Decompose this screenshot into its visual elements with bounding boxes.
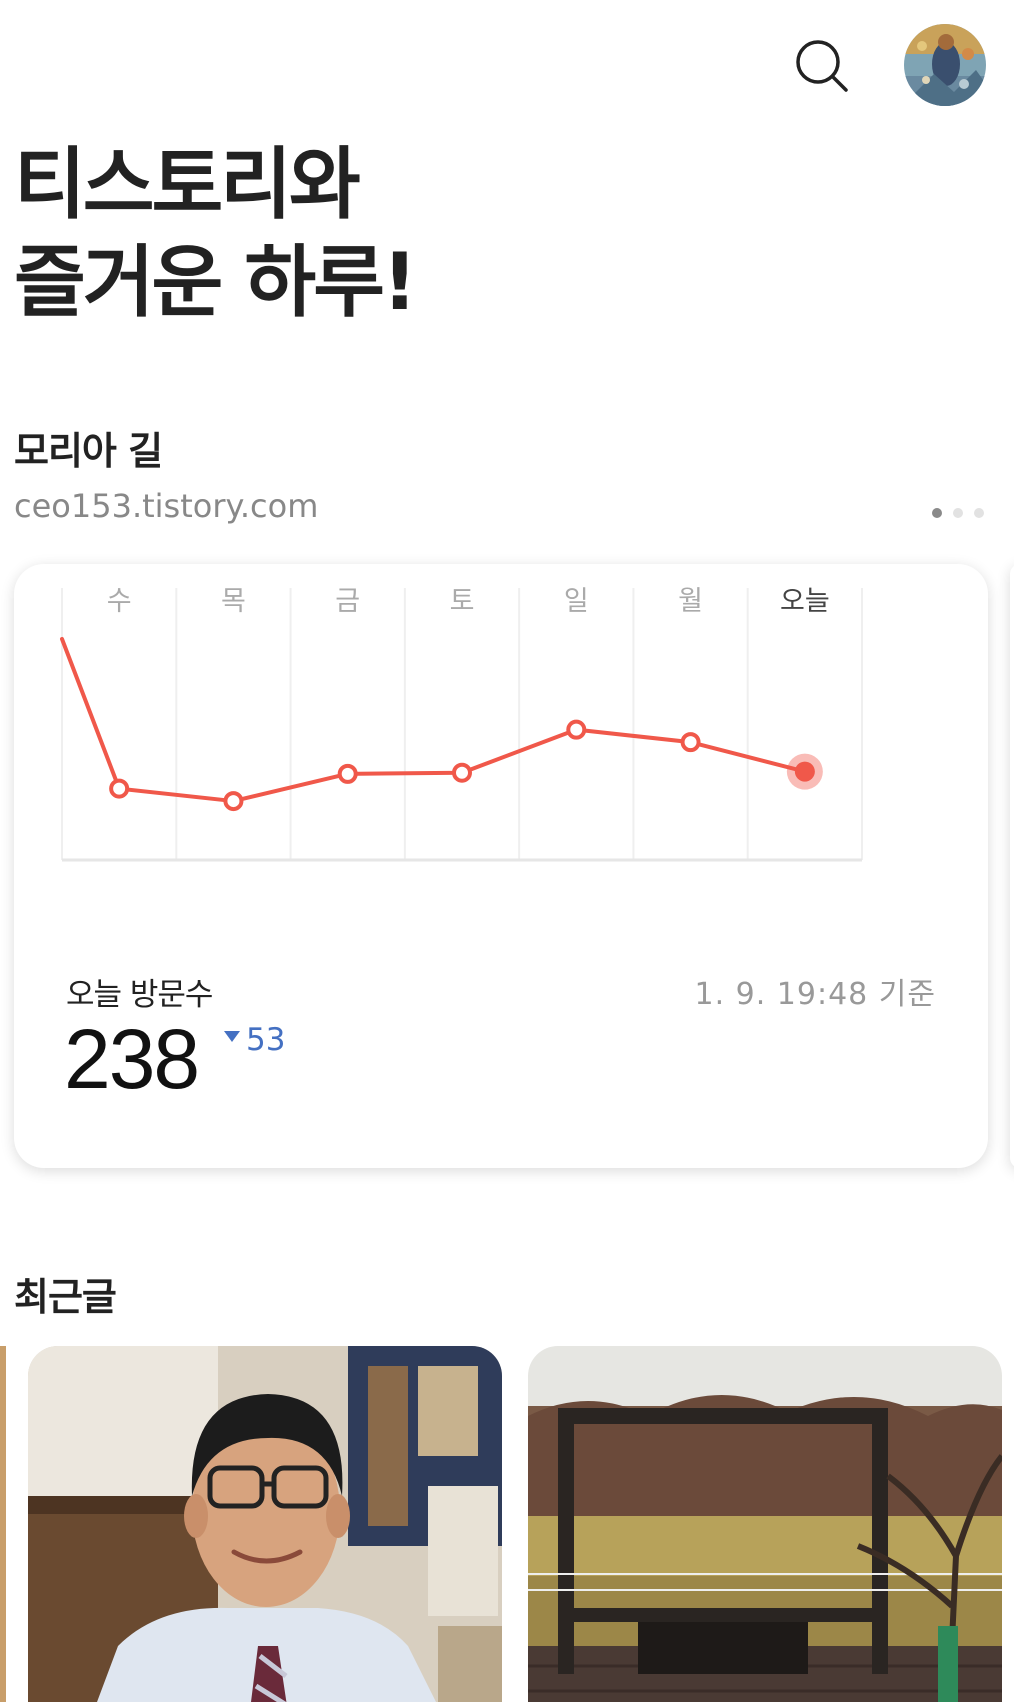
data-point [109,778,130,799]
headline-line-1: 티스토리와 [14,140,361,230]
day-label: 일 [564,586,589,617]
day-label: 금 [335,586,360,617]
today-visit-count: 238 [64,1012,200,1106]
day-label: 오늘 [780,586,830,617]
post-thumbnail-landscape [528,1346,1002,1702]
blog-url[interactable]: ceo153.tistory.com [14,487,318,525]
avatar-image [904,24,986,106]
chart-grid [61,588,863,862]
pager-dot-2 [953,508,963,518]
data-point [566,719,587,740]
data-point [223,791,244,812]
pager-dot-3 [974,508,984,518]
blog-name[interactable]: 모리아 길 [14,420,163,475]
pager-dot-1 [932,508,942,518]
visit-delta-value: 53 [246,1022,286,1058]
greeting-headline: 티스토리와 즐거운 하루! [14,136,418,332]
chart-points [109,719,823,812]
profile-avatar[interactable] [904,24,986,106]
day-label: 월 [678,586,703,617]
arrow-down-icon [224,1030,240,1042]
pager-dots [932,508,984,518]
data-point [680,732,701,753]
visitor-stats-card[interactable]: 수 목 금 토 일 월 오늘 오늘 방문수 1. 9. 19:48 기준 238 53 [14,564,988,1168]
today-visits-label: 오늘 방문수 [66,977,213,1013]
visitor-line-chart: 수 목 금 토 일 월 오늘 [60,586,863,862]
highlight-point [794,761,815,782]
previous-post-card-peek[interactable] [0,1346,6,1702]
recent-post-card-2[interactable] [528,1346,1002,1702]
next-stats-card-peek[interactable] [1010,564,1014,1168]
day-label: 토 [450,586,475,617]
post-thumbnail-portrait [28,1346,502,1702]
updated-timestamp: 1. 9. 19:48 기준 [694,977,936,1012]
visit-delta: 53 [224,1022,285,1058]
recent-posts-title: 최근글 [14,1275,117,1319]
data-point [337,763,358,784]
day-label: 목 [221,586,246,617]
visitor-series-line [60,637,807,804]
headline-line-2: 즐거운 하루! [14,238,418,328]
search-icon [796,40,848,92]
data-point [452,762,472,783]
search-button[interactable] [792,36,852,96]
day-label: 수 [107,586,132,617]
recent-post-card-1[interactable] [28,1346,502,1702]
top-bar [0,0,1014,130]
chart-day-labels: 수 목 금 토 일 월 오늘 [107,586,830,617]
